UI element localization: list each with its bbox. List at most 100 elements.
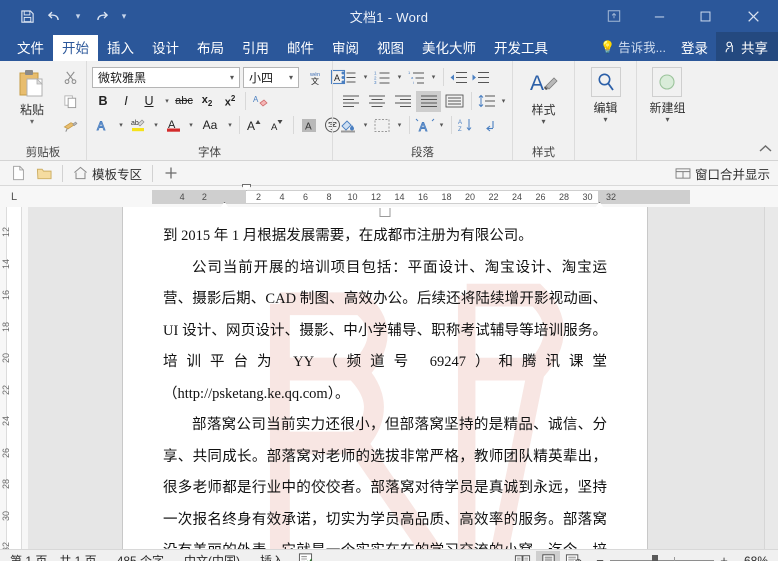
editing-chevron-down-icon[interactable]: ▾	[603, 116, 607, 124]
proofing-icon[interactable]	[294, 552, 317, 561]
new-group-button[interactable]: 新建组 ▾	[649, 61, 685, 143]
bold-icon[interactable]: B	[92, 90, 114, 112]
distribute-icon[interactable]	[442, 91, 467, 112]
editing-button[interactable]: 编辑 ▾	[591, 61, 621, 143]
tell-me-box[interactable]: 💡 告诉我...	[593, 37, 673, 56]
underline-chevron-down-icon[interactable]: ▾	[161, 90, 172, 112]
character-shading-icon[interactable]: A	[298, 114, 320, 136]
tab-home[interactable]: 开始	[53, 35, 98, 61]
multilevel-chevron-down-icon[interactable]: ▾	[428, 67, 439, 88]
paste-chevron-down-icon[interactable]: ▾	[30, 118, 34, 125]
save-icon[interactable]	[14, 4, 40, 28]
document-paragraph[interactable]: 部落窝公司当前实力还很小，但部落窝坚持的是精品、诚信、分享、共同成长。部落窝对老…	[163, 410, 607, 549]
subscript-icon[interactable]: x2	[196, 90, 218, 112]
shading-icon[interactable]	[338, 115, 359, 136]
phonetic-guide-icon[interactable]: wén文	[304, 66, 326, 88]
asian-layout-chevron-down-icon[interactable]: ▾	[436, 115, 447, 136]
superscript-icon[interactable]: x2	[219, 90, 241, 112]
minimize-icon[interactable]	[636, 0, 682, 32]
change-case-chevron-down-icon[interactable]: ▾	[224, 114, 235, 136]
align-left-icon[interactable]	[338, 91, 363, 112]
sign-in-button[interactable]: 登录	[673, 37, 716, 57]
font-family-combo[interactable]: 微软雅黑 ▾	[92, 67, 240, 88]
document-paragraph[interactable]: 到 2015 年 1 月根据发展需要，在成都市注册为有限公司。	[163, 221, 607, 253]
bullets-chevron-down-icon[interactable]: ▾	[360, 67, 371, 88]
tab-layout[interactable]: 布局	[188, 35, 233, 61]
borders-chevron-down-icon[interactable]: ▾	[394, 115, 405, 136]
font-color-chevron-down-icon[interactable]: ▾	[185, 114, 196, 136]
tab-review[interactable]: 审阅	[323, 35, 368, 61]
numbering-chevron-down-icon[interactable]: ▾	[394, 67, 405, 88]
strikethrough-icon[interactable]: abc	[173, 90, 195, 112]
sort-icon[interactable]: AZ	[456, 115, 477, 136]
document-canvas[interactable]: 到 2015 年 1 月根据发展需要，在成都市注册为有限公司。公司当前开展的培训…	[28, 207, 778, 549]
tab-stop-selector[interactable]: L	[0, 186, 28, 207]
tab-references[interactable]: 引用	[233, 35, 278, 61]
shrink-font-icon[interactable]: A	[267, 114, 289, 136]
new-group-chevron-down-icon[interactable]: ▾	[665, 116, 669, 124]
redo-icon[interactable]	[88, 4, 114, 28]
zoom-track[interactable]	[610, 554, 714, 561]
grow-font-icon[interactable]: A	[244, 114, 266, 136]
close-icon[interactable]	[728, 0, 778, 32]
font-color-icon[interactable]: A	[162, 114, 184, 136]
bullets-icon[interactable]	[338, 67, 359, 88]
asian-layout-icon[interactable]: A	[414, 115, 435, 136]
share-button[interactable]: 共享	[716, 32, 778, 61]
vertical-ruler[interactable]: 1214161820222426283032	[0, 207, 28, 549]
styles-button[interactable]: A 样式 ▾	[528, 61, 560, 143]
text-effects-chevron-down-icon[interactable]: ▾	[115, 114, 126, 136]
font-size-chevron-down-icon[interactable]: ▾	[286, 73, 296, 82]
template-zone-button[interactable]: 模板专区	[69, 164, 146, 183]
font-size-combo[interactable]: 小四 ▾	[243, 67, 299, 88]
vertical-scrollbar[interactable]	[764, 207, 778, 549]
web-layout-icon[interactable]	[562, 551, 586, 561]
decrease-indent-icon[interactable]	[448, 67, 469, 88]
format-painter-icon[interactable]	[59, 115, 81, 136]
zoom-slider[interactable]: − + 68%	[594, 553, 770, 561]
new-document-icon[interactable]	[6, 163, 30, 184]
shading-chevron-down-icon[interactable]: ▾	[360, 115, 371, 136]
zoom-thumb[interactable]	[652, 555, 658, 561]
document-paragraph[interactable]: 公司当前开展的培训项目包括：平面设计、淘宝设计、淘宝运营、摄影后期、CAD 制图…	[163, 253, 607, 411]
font-family-chevron-down-icon[interactable]: ▾	[227, 73, 237, 82]
tab-developer[interactable]: 开发工具	[485, 35, 557, 61]
word-count[interactable]: 485 个字	[107, 552, 174, 561]
multilevel-list-icon[interactable]: 1ai	[406, 67, 427, 88]
tab-insert[interactable]: 插入	[98, 35, 143, 61]
print-layout-icon[interactable]	[536, 551, 560, 561]
read-mode-icon[interactable]	[510, 551, 534, 561]
justify-icon[interactable]	[416, 91, 441, 112]
borders-icon[interactable]	[372, 115, 393, 136]
text-effects-icon[interactable]: A	[92, 114, 114, 136]
undo-dropdown-icon[interactable]: ▾	[70, 4, 86, 28]
document-text[interactable]: 到 2015 年 1 月根据发展需要，在成都市注册为有限公司。公司当前开展的培训…	[123, 207, 647, 549]
highlight-chevron-down-icon[interactable]: ▾	[150, 114, 161, 136]
page-info[interactable]: 第 1 页，共 1 页	[0, 552, 107, 561]
plus-icon[interactable]	[159, 163, 183, 184]
numbering-icon[interactable]: 123	[372, 67, 393, 88]
paste-button[interactable]: 粘贴 ▾	[5, 64, 59, 125]
maximize-icon[interactable]	[682, 0, 728, 32]
customize-qat-chevron-down-icon[interactable]: ▾	[116, 4, 132, 28]
tab-design[interactable]: 设计	[143, 35, 188, 61]
line-spacing-chevron-down-icon[interactable]: ▾	[498, 91, 509, 112]
increase-indent-icon[interactable]	[470, 67, 491, 88]
tab-view[interactable]: 视图	[368, 35, 413, 61]
align-center-icon[interactable]	[364, 91, 389, 112]
ribbon-options-icon[interactable]	[592, 0, 636, 32]
tab-beautify-master[interactable]: 美化大师	[413, 35, 485, 61]
underline-icon[interactable]: U	[138, 90, 160, 112]
insert-mode[interactable]: 插入	[250, 552, 294, 561]
change-case-icon[interactable]: Aa	[197, 114, 223, 136]
show-marks-icon[interactable]	[478, 115, 499, 136]
zoom-in-button[interactable]: +	[718, 553, 730, 561]
copy-icon[interactable]	[59, 91, 81, 112]
tab-mailings[interactable]: 邮件	[278, 35, 323, 61]
clear-formatting-icon[interactable]: A	[250, 90, 272, 112]
tab-file[interactable]: 文件	[8, 35, 53, 61]
italic-icon[interactable]: I	[115, 90, 137, 112]
chevron-up-icon[interactable]	[759, 144, 772, 156]
zoom-out-button[interactable]: −	[594, 553, 606, 561]
language-indicator[interactable]: 中文(中国)	[174, 552, 250, 561]
